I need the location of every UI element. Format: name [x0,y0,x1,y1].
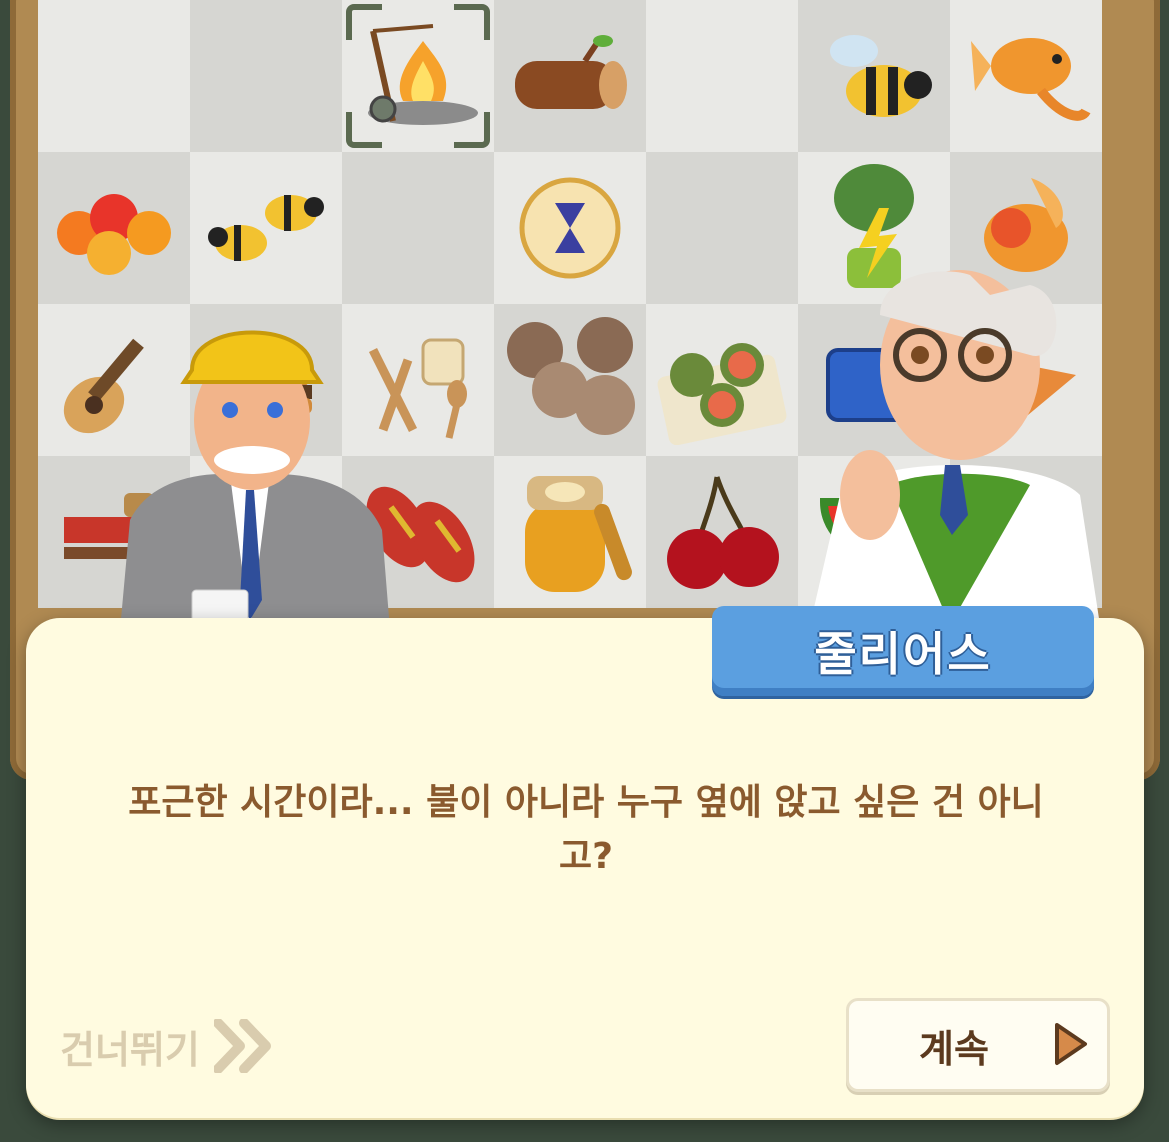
selection-corner [346,112,382,148]
double-chevron-right-icon [213,1019,271,1073]
continue-button[interactable]: 계속 [846,998,1110,1092]
selection-corner [454,4,490,40]
board-cell[interactable] [342,152,494,304]
board-cell-selected[interactable] [342,0,494,152]
gummy-bears-icon[interactable] [49,178,179,278]
board-cell[interactable] [646,456,798,608]
continue-label: 계속 [919,1026,989,1071]
board-cell[interactable] [38,0,190,152]
log-icon[interactable] [505,31,635,121]
honey-jar-icon[interactable] [505,462,635,602]
board-cell[interactable] [494,152,646,304]
bees-icon[interactable] [196,173,336,283]
board-cell[interactable] [646,0,798,152]
hourglass-bubble-icon[interactable] [515,173,625,283]
board-cell[interactable] [38,152,190,304]
goldfish-icon[interactable] [961,21,1091,131]
board-cell[interactable] [494,0,646,152]
board-cell[interactable] [798,0,950,152]
board-cell[interactable] [950,0,1102,152]
board-cell[interactable] [494,456,646,608]
speaker-name-tag: 줄리어스 [712,606,1094,696]
speaker-name: 줄리어스 [814,627,992,681]
board-cell[interactable] [646,304,798,456]
play-arrow-icon [1055,1023,1087,1065]
skip-label: 건너뛰기 [60,1027,200,1072]
construction-worker-character [120,330,390,630]
skip-button[interactable]: 건너뛰기 [60,1016,276,1076]
board-cell[interactable] [494,304,646,456]
board-cell[interactable] [190,152,342,304]
julius-character [810,270,1100,625]
coins-icon[interactable] [500,310,640,450]
selection-corner [346,4,382,40]
board-cell[interactable] [646,152,798,304]
sushi-rolls-icon[interactable] [652,315,792,445]
bee-icon[interactable] [814,21,934,131]
dialog-text: 포근한 시간이라... 불이 아니라 누구 옆에 앉고 싶은 건 아니고? [128,782,1044,877]
cherries-icon[interactable] [657,467,787,597]
selection-corner [454,112,490,148]
board-cell[interactable] [190,0,342,152]
